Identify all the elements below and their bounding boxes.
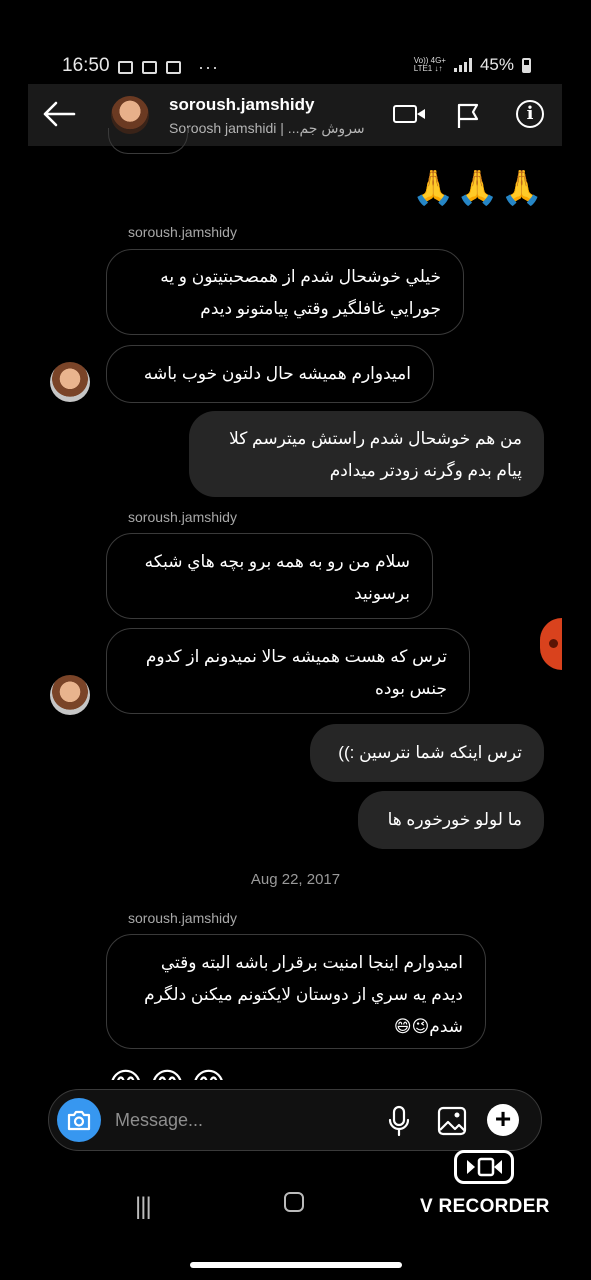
message-text: ما لولو خورخوره ها bbox=[387, 810, 522, 829]
flag-icon[interactable] bbox=[456, 103, 479, 128]
battery-icon bbox=[522, 57, 531, 73]
message-bubble-incoming[interactable]: سلام من رو به همه برو بچه هاي شبكه برسون… bbox=[106, 533, 433, 619]
sender-name: soroush.jamshidy bbox=[128, 224, 237, 240]
more-notifications-icon: ··· bbox=[198, 57, 219, 77]
message-text: من هم خوشحال شدم راستش ميترسم کلا پيام ب… bbox=[229, 429, 522, 480]
network-indicator: Vo)) 4G+ LTE1 ↓↑ bbox=[414, 57, 446, 73]
message-text: سلام من رو به همه برو بچه هاي شبكه برسون… bbox=[144, 552, 410, 603]
sender-name: soroush.jamshidy bbox=[128, 509, 237, 525]
status-right-cluster: Vo)) 4G+ LTE1 ↓↑ 45% bbox=[414, 55, 531, 75]
message-bubble-incoming[interactable]: اميدوارم اينجا امنيت برقرار باشه البته و… bbox=[106, 934, 486, 1049]
image-notification-icon bbox=[142, 61, 157, 74]
partial-previous-bubble bbox=[108, 128, 188, 154]
video-notification-icon bbox=[118, 61, 133, 74]
gallery-icon[interactable] bbox=[437, 1106, 467, 1141]
home-icon[interactable] bbox=[284, 1192, 304, 1212]
video-call-icon[interactable] bbox=[393, 105, 425, 123]
date-separator: Aug 22, 2017 bbox=[250, 871, 341, 888]
message-text: ترس اينكه شما نترسين :)) bbox=[338, 743, 522, 762]
home-indicator[interactable] bbox=[190, 1262, 402, 1268]
recorder-logo-icon bbox=[454, 1150, 514, 1184]
message-bubble-outgoing[interactable]: ترس اينكه شما نترسين :)) bbox=[310, 724, 544, 782]
partial-emojis: 😄😄😄 bbox=[108, 1067, 232, 1080]
vrecorder-watermark: V RECORDER bbox=[420, 1150, 550, 1218]
message-bubble-outgoing[interactable]: ما لولو خورخوره ها bbox=[358, 791, 544, 849]
message-bubble-incoming[interactable]: ترس كه هست هميشه حالا نميدونم از كدوم جن… bbox=[106, 628, 470, 714]
battery-percent: 45% bbox=[479, 55, 514, 74]
signal-icon bbox=[453, 58, 472, 72]
message-bubble-incoming[interactable]: اميدوارم هميشه حال دلتون خوب باشه bbox=[106, 345, 434, 403]
message-composer: Message... + bbox=[48, 1089, 542, 1151]
message-bubble-incoming[interactable]: خيلي خوشحال شدم از همصحبتيتون و يه جوراي… bbox=[106, 249, 464, 335]
back-arrow-icon[interactable] bbox=[42, 100, 76, 133]
header-username[interactable]: soroush.jamshidy bbox=[169, 95, 314, 115]
sender-avatar[interactable] bbox=[50, 675, 90, 715]
status-notification-icons: ··· bbox=[118, 57, 219, 78]
info-icon[interactable]: i bbox=[516, 100, 544, 128]
partial-emoji-row: 😄😄😄 bbox=[108, 1066, 248, 1080]
status-time: 16:50 bbox=[62, 55, 110, 76]
camera-icon bbox=[67, 1110, 91, 1131]
microphone-icon[interactable] bbox=[387, 1105, 411, 1142]
message-input[interactable]: Message... bbox=[115, 1110, 203, 1131]
recent-apps-icon[interactable]: ||| bbox=[135, 1193, 152, 1221]
reaction-emojis: 🙏🙏🙏 bbox=[411, 169, 545, 207]
camera-button[interactable] bbox=[57, 1098, 101, 1142]
message-text: اميدوارم اينجا امنيت برقرار باشه البته و… bbox=[144, 953, 463, 1036]
watermark-label: V RECORDER bbox=[420, 1196, 550, 1217]
sender-avatar[interactable] bbox=[50, 362, 90, 402]
message-text: ترس كه هست هميشه حالا نميدونم از كدوم جن… bbox=[145, 647, 447, 698]
message-text: خيلي خوشحال شدم از همصحبتيتون و يه جوراي… bbox=[160, 267, 441, 318]
network-bottom: LTE1 ↓↑ bbox=[413, 64, 443, 73]
header-subtitle[interactable]: Soroosh jamshidi | ...سروش جم bbox=[169, 120, 365, 137]
plus-icon[interactable]: + bbox=[487, 1104, 519, 1136]
message-bubble-outgoing[interactable]: من هم خوشحال شدم راستش ميترسم کلا پيام ب… bbox=[189, 411, 544, 497]
sender-name: soroush.jamshidy bbox=[128, 910, 237, 926]
calendar-notification-icon bbox=[166, 61, 181, 74]
message-text: اميدوارم هميشه حال دلتون خوب باشه bbox=[143, 364, 411, 383]
floating-record-button[interactable] bbox=[540, 618, 562, 670]
